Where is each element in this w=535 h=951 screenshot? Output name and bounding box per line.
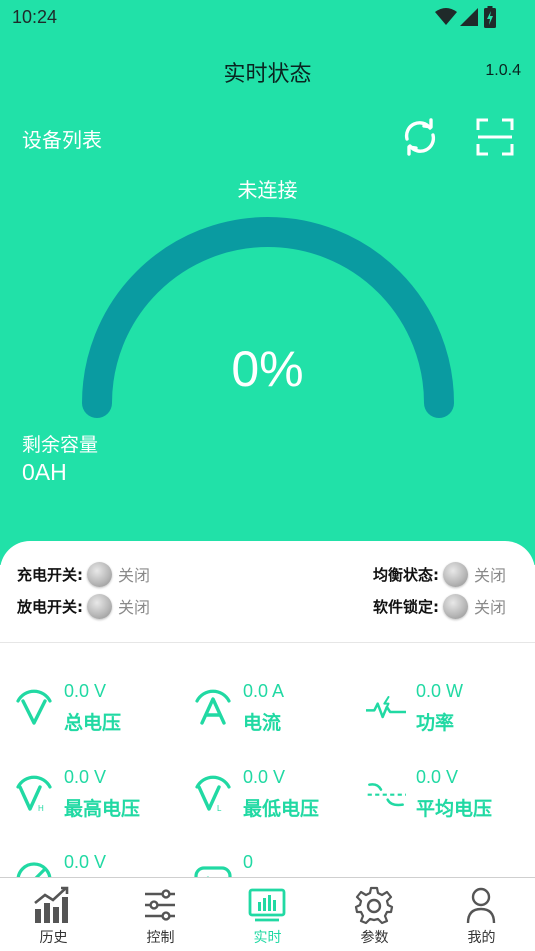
nav-params-label: 参数 <box>360 930 389 946</box>
signal-icon <box>460 8 478 26</box>
total-voltage-label: 总电压 <box>64 712 122 734</box>
charge-switch[interactable]: 充电开关: 关闭 <box>17 559 150 589</box>
version-label: 1.0.4 <box>485 62 521 79</box>
connection-status: 未连接 <box>237 178 298 202</box>
gear-icon <box>354 886 394 925</box>
metric-min-voltage: L 0.0 V 最低电压 <box>193 767 363 827</box>
nav-mine[interactable]: 我的 <box>428 878 535 951</box>
current-label: 电流 <box>243 712 282 734</box>
avg-voltage-icon <box>367 783 406 807</box>
remaining-capacity-value: 0AH <box>22 459 67 485</box>
nav-control[interactable]: 控制 <box>107 878 214 951</box>
nav-mine-label: 我的 <box>467 930 496 946</box>
balance-status-label: 均衡状态: <box>373 565 439 584</box>
divider <box>0 642 535 643</box>
discharge-switch-label: 放电开关: <box>17 597 83 616</box>
software-lock-indicator[interactable] <box>443 593 468 619</box>
min-voltage-label: 最低电压 <box>243 798 320 820</box>
status-bar: 10:24 <box>0 0 535 36</box>
metric-row3-mid: 0 <box>193 852 363 877</box>
user-icon <box>466 887 496 924</box>
status-time: 10:24 <box>12 7 58 27</box>
balance-status: 均衡状态: 关闭 <box>373 559 506 589</box>
software-lock-state: 关闭 <box>474 598 507 617</box>
software-lock-label: 软件锁定: <box>373 597 439 616</box>
row3-left-value: 0.0 V <box>64 852 107 872</box>
nav-history-label: 历史 <box>39 930 68 946</box>
avg-voltage-label: 平均电压 <box>416 798 493 820</box>
status-icons <box>435 6 496 28</box>
total-voltage-value: 0.0 V <box>64 681 107 701</box>
bottom-nav: 历史 控制 实时 参数 我的 <box>0 877 535 951</box>
page-title: 实时状态 <box>223 62 312 87</box>
discharge-switch-state: 关闭 <box>118 598 151 617</box>
svg-text:H: H <box>38 804 44 813</box>
battery-icon <box>484 6 496 28</box>
nav-realtime-label: 实时 <box>253 930 282 946</box>
avg-voltage-value: 0.0 V <box>416 767 459 787</box>
discharge-switch-indicator[interactable] <box>87 593 112 619</box>
min-voltage-value: 0.0 V <box>243 767 286 787</box>
total-voltage-icon <box>16 689 52 725</box>
discharge-switch[interactable]: 放电开关: 关闭 <box>17 591 150 621</box>
charge-switch-label: 充电开关: <box>17 565 83 584</box>
software-lock[interactable]: 软件锁定: 关闭 <box>373 591 506 621</box>
capacity-gauge <box>82 217 454 418</box>
metric-max-voltage: H 0.0 V 最高电压 <box>14 767 184 827</box>
history-chart-icon <box>34 886 69 923</box>
scan-icon[interactable] <box>476 118 514 156</box>
remaining-capacity-label: 剩余容量 <box>22 434 99 456</box>
cycle-icon <box>194 866 232 877</box>
max-voltage-label: 最高电压 <box>64 798 141 820</box>
charge-switch-state: 关闭 <box>118 566 151 585</box>
row3-mid-value: 0 <box>243 852 254 872</box>
device-list-link[interactable]: 设备列表 <box>22 124 102 153</box>
wifi-icon <box>435 8 457 25</box>
nav-params[interactable]: 参数 <box>321 878 428 951</box>
metric-current: 0.0 A 电流 <box>193 681 363 741</box>
gauge-meter-icon <box>16 862 52 877</box>
nav-history[interactable]: 历史 <box>0 878 107 951</box>
header-panel: 10:24 实时状态 1.0.4 设备列表 未连接 0% 剩余容量 0AH <box>0 0 535 565</box>
metric-avg-voltage: 0.0 V 平均电压 <box>366 767 535 827</box>
current-value: 0.0 A <box>243 681 285 701</box>
max-voltage-icon: H <box>16 775 52 813</box>
charge-switch-indicator[interactable] <box>87 561 112 587</box>
details-card: 充电开关: 关闭 放电开关: 关闭 均衡状态: 关闭 软件锁定: 关闭 0.0 … <box>0 541 535 877</box>
min-voltage-icon: L <box>195 775 231 813</box>
svg-text:L: L <box>217 804 222 813</box>
metric-row3-left: 0.0 V <box>14 852 184 877</box>
balance-status-state: 关闭 <box>474 566 507 585</box>
power-icon <box>366 696 406 719</box>
metric-total-voltage: 0.0 V 总电压 <box>14 681 184 741</box>
metric-power: 0.0 W 功率 <box>366 681 535 741</box>
current-icon <box>195 689 231 725</box>
capacity-percent: 0% <box>231 341 304 397</box>
power-value: 0.0 W <box>416 681 464 701</box>
refresh-icon[interactable] <box>400 117 440 157</box>
max-voltage-value: 0.0 V <box>64 767 107 787</box>
sliders-icon <box>145 889 175 921</box>
balance-status-indicator <box>443 561 468 587</box>
monitor-chart-icon <box>248 888 286 922</box>
nav-realtime[interactable]: 实时 <box>214 878 321 951</box>
nav-control-label: 控制 <box>146 930 175 946</box>
power-label: 功率 <box>416 712 455 734</box>
